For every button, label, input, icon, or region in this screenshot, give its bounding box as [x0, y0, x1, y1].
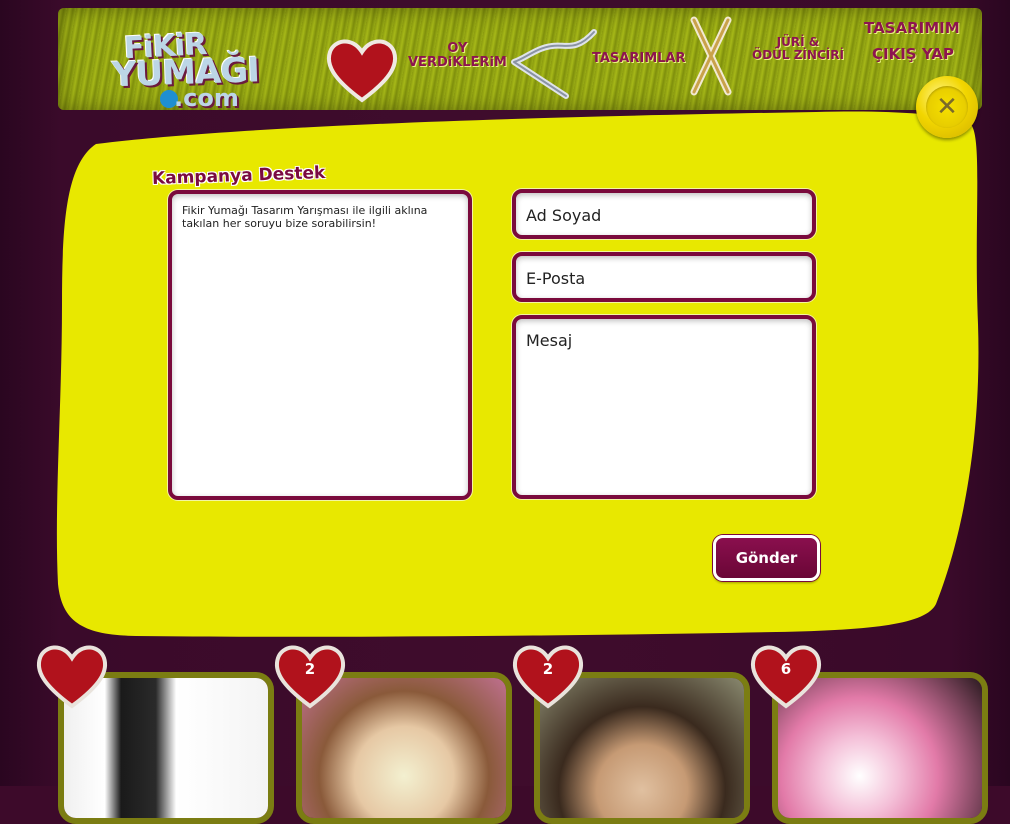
site-logo[interactable]: FiKiR YUMAĞI .com [111, 27, 259, 112]
message-field[interactable]: Mesaj [512, 315, 816, 499]
close-icon: ✕ [926, 86, 968, 128]
nav-my-design[interactable]: TASARIMIM [864, 20, 960, 37]
info-panel: Fikir Yumağı Tasarım Yarışması ile ilgil… [168, 190, 472, 500]
nav-jury[interactable]: JÜRİ & ÖDÜL ZİNCİRİ [752, 35, 844, 62]
vote-count: 2 [542, 660, 554, 678]
name-field[interactable]: Ad Soyad [512, 189, 816, 239]
knitting-needles-icon[interactable] [688, 16, 734, 96]
email-field[interactable]: E-Posta [512, 252, 816, 302]
nav-votes[interactable]: OY VERDiKLERiM [408, 41, 507, 71]
vote-heart-icon[interactable]: 2 [510, 640, 586, 710]
nav-logout[interactable]: ÇIKIŞ YAP [872, 46, 954, 63]
name-placeholder: Ad Soyad [526, 206, 602, 225]
vote-heart-icon[interactable] [34, 640, 110, 710]
vote-heart-icon[interactable]: 6 [748, 640, 824, 710]
send-button[interactable]: Gönder [713, 535, 820, 581]
message-placeholder: Mesaj [526, 331, 573, 350]
close-button[interactable]: ✕ [916, 76, 978, 138]
info-text: Fikir Yumağı Tasarım Yarışması ile ilgil… [182, 204, 428, 230]
heart-icon[interactable] [324, 34, 400, 104]
vote-count: 6 [780, 660, 792, 678]
email-placeholder: E-Posta [526, 269, 586, 288]
vote-heart-icon[interactable]: 2 [272, 640, 348, 710]
crochet-hook-icon[interactable] [506, 18, 602, 100]
nav-designs[interactable]: TASARIMLAR [592, 51, 685, 66]
vote-count: 2 [304, 660, 316, 678]
